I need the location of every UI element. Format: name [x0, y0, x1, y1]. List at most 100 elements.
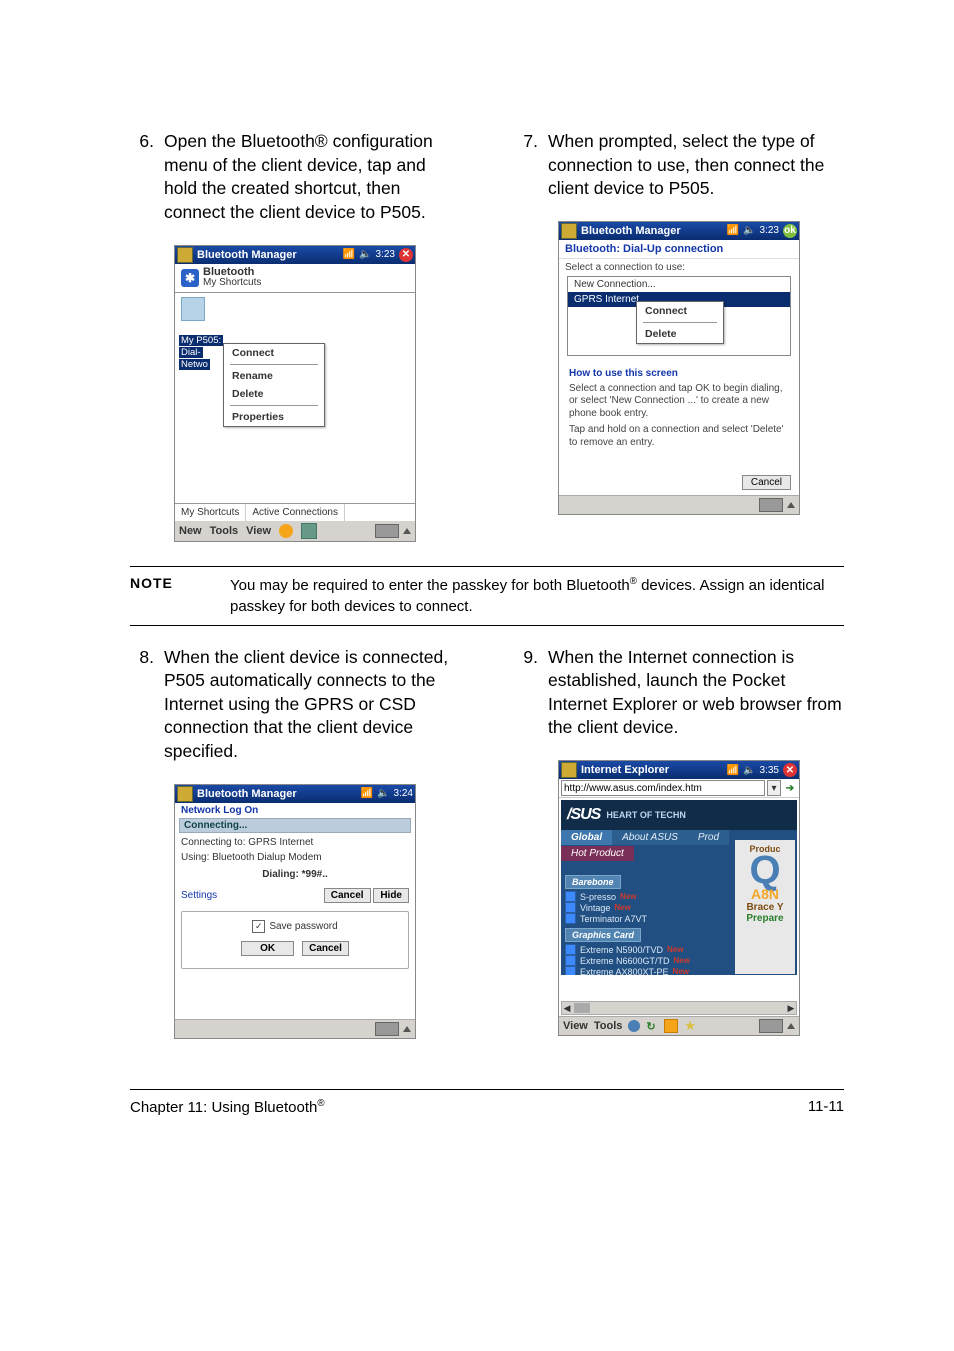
nav-back-icon[interactable]	[279, 524, 293, 538]
scroll-right-icon[interactable]: ▶	[786, 1003, 796, 1014]
keyboard-icon[interactable]	[375, 1022, 399, 1036]
step-7-number: 7.	[514, 130, 538, 154]
ctx-connect[interactable]: Connect	[224, 344, 324, 362]
menu-tools[interactable]: Tools	[210, 525, 239, 537]
home-icon[interactable]	[664, 1019, 678, 1033]
context-menu: Connect Rename Delete Properties	[223, 343, 325, 427]
menu-new[interactable]: New	[179, 525, 202, 537]
reg-mark: ®	[317, 1098, 324, 1109]
asus-slogan: HEART OF TECHN	[606, 810, 686, 820]
footer-right: 11-11	[808, 1098, 844, 1116]
ctx-delete[interactable]: Delete	[637, 325, 723, 343]
ctx-connect[interactable]: Connect	[637, 302, 723, 320]
start-flag-icon[interactable]	[177, 786, 193, 802]
context-menu: Connect Delete	[636, 301, 724, 344]
footer-left: Chapter 11: Using Bluetooth®	[130, 1098, 325, 1116]
shortcut-label-1: My P505:	[179, 335, 223, 346]
menubar: New Tools View	[175, 521, 415, 541]
hide-button[interactable]: Hide	[373, 888, 409, 903]
start-flag-icon[interactable]	[561, 762, 577, 778]
url-input[interactable]	[561, 780, 765, 796]
note-block: NOTE You may be required to enter the pa…	[130, 566, 844, 626]
ok-icon[interactable]: ok	[783, 224, 797, 238]
network-icon[interactable]	[301, 523, 317, 539]
webpage: /SUS HEART OF TECHN Global About ASUS Pr…	[561, 800, 797, 975]
save-password-label: Save password	[269, 921, 337, 932]
promo-a8n: A8N	[751, 886, 779, 902]
clock: 3:23	[376, 249, 395, 260]
tab-prod[interactable]: Prod	[688, 830, 729, 845]
go-icon[interactable]: ➔	[783, 781, 797, 795]
keyboard-icon[interactable]	[759, 1019, 783, 1033]
subheader: ✱ Bluetooth My Shortcuts	[175, 264, 415, 293]
keyboard-icon[interactable]	[759, 498, 783, 512]
connecting-bar: Connecting...	[179, 818, 411, 833]
promo-brace: Brace Y	[746, 902, 783, 913]
bullet-icon	[565, 955, 576, 966]
dialing: Dialing: *99#..	[181, 869, 409, 880]
bottombar	[175, 1019, 415, 1038]
start-flag-icon[interactable]	[561, 223, 577, 239]
sip-up-icon[interactable]	[403, 1026, 411, 1032]
content: Select a connection to use: New Connecti…	[559, 259, 799, 514]
sip-up-icon[interactable]	[787, 502, 795, 508]
tab-active-connections[interactable]: Active Connections	[246, 504, 345, 521]
note-head: NOTE	[130, 575, 200, 617]
menu-view[interactable]: View	[246, 525, 271, 537]
tab-global[interactable]: Global	[561, 830, 612, 845]
globe-icon[interactable]	[628, 1020, 640, 1032]
cancel-button[interactable]: Cancel	[742, 475, 791, 490]
refresh-icon[interactable]: ↻	[646, 1020, 658, 1032]
sip-up-icon[interactable]	[403, 528, 411, 534]
bullet-icon	[565, 966, 576, 975]
url-dropdown-icon[interactable]: ▾	[767, 780, 781, 796]
tab-about[interactable]: About ASUS	[612, 830, 688, 845]
h-scrollbar[interactable]: ◀ ▶	[561, 1001, 797, 1015]
shortcut-icon[interactable]	[181, 297, 205, 321]
clock: 3:24	[394, 788, 413, 799]
settings-link[interactable]: Settings	[181, 890, 217, 901]
list-item[interactable]: New Connection...	[568, 277, 790, 292]
titlebar: Bluetooth Manager 📶 🔈 3:24	[175, 785, 415, 803]
start-flag-icon[interactable]	[177, 247, 193, 263]
keyboard-icon[interactable]	[375, 524, 399, 538]
ctx-properties[interactable]: Properties	[224, 408, 324, 426]
close-icon[interactable]: ✕	[399, 248, 413, 262]
step-7-text: 7. When prompted, select the type of con…	[514, 130, 844, 201]
clock: 3:35	[760, 765, 779, 776]
scroll-thumb[interactable]	[574, 1003, 590, 1013]
ctx-rename[interactable]: Rename	[224, 367, 324, 385]
tab-my-shortcuts[interactable]: My Shortcuts	[175, 504, 246, 521]
step-7: 7. When prompted, select the type of con…	[514, 130, 844, 542]
signal-icon: 📶	[343, 249, 355, 260]
cancel-button[interactable]: Cancel	[324, 888, 371, 903]
connection-listbox[interactable]: New Connection... GPRS Internet Connect …	[567, 276, 791, 356]
signal-icon: 📶	[727, 225, 739, 236]
close-icon[interactable]: ✕	[783, 763, 797, 777]
ok-button[interactable]: OK	[241, 941, 294, 956]
step-8: 8. When the client device is connected, …	[130, 646, 460, 1039]
titlebar: Bluetooth Manager 📶 🔈 3:23 ok	[559, 222, 799, 240]
cancel2-button[interactable]: Cancel	[302, 941, 349, 956]
ctx-delete[interactable]: Delete	[224, 385, 324, 403]
bottombar	[559, 495, 799, 514]
screen-title: Bluetooth: Dial-Up connection	[559, 240, 799, 259]
sip-up-icon[interactable]	[787, 1023, 795, 1029]
promo-panel: Produc Q A8N Brace Y Prepare	[735, 840, 795, 974]
tab-hot-product[interactable]: Hot Product	[561, 846, 634, 861]
content: My P505: Dial- Netwo Connect Rename Dele…	[175, 293, 415, 503]
speaker-icon: 🔈	[743, 225, 755, 236]
clock: 3:23	[760, 225, 779, 236]
speaker-icon: 🔈	[359, 249, 371, 260]
title: Bluetooth Manager	[197, 249, 343, 261]
page-footer: Chapter 11: Using Bluetooth® 11-11	[130, 1089, 844, 1116]
select-label: Select a connection to use:	[559, 259, 799, 276]
favorites-icon[interactable]: ★	[684, 1018, 696, 1034]
content: /SUS HEART OF TECHN Global About ASUS Pr…	[559, 800, 799, 1035]
save-password-checkbox[interactable]: ✓	[252, 920, 265, 933]
shortcut-label-2: Dial-	[179, 347, 203, 358]
menu-tools[interactable]: Tools	[594, 1020, 623, 1032]
scroll-left-icon[interactable]: ◀	[562, 1003, 572, 1014]
connecting-to: Connecting to: GPRS Internet	[181, 837, 409, 848]
menu-view[interactable]: View	[563, 1020, 588, 1032]
